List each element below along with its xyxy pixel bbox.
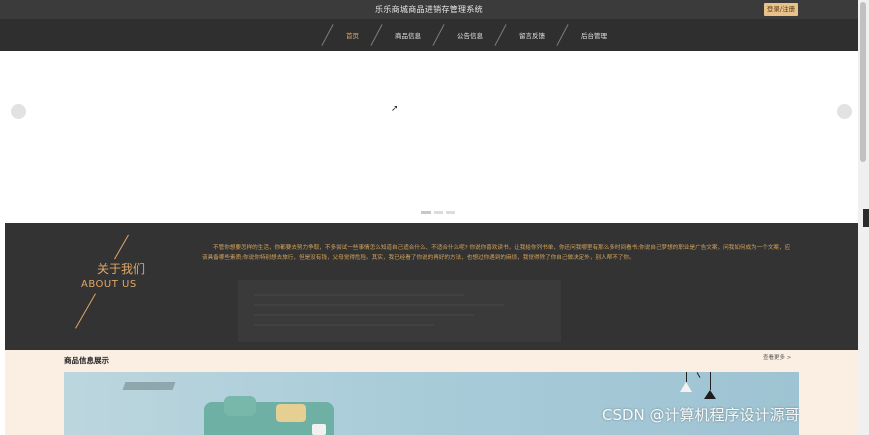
- about-title: 关于我们: [97, 262, 146, 276]
- watermark: CSDN @计算机程序设计源哥: [602, 406, 800, 424]
- nav-item-admin[interactable]: 后台管理: [569, 30, 619, 40]
- nav-item-products[interactable]: 商品信息: [383, 30, 433, 40]
- mouse-pointer-icon: ➚: [391, 104, 399, 114]
- nav-separator: [495, 24, 507, 46]
- furniture-pillow: [276, 404, 306, 422]
- carousel-next-button[interactable]: [837, 104, 852, 119]
- furniture-table: [122, 382, 176, 390]
- carousel-dot[interactable]: [446, 211, 455, 214]
- page: 乐乐商城商品进销存管理系统 登录/注册 首页 商品信息 公告信息 留言反馈 后台…: [0, 0, 858, 435]
- furniture-sofa-arm: [224, 396, 256, 416]
- carousel-prev-button[interactable]: [11, 104, 26, 119]
- about-section: 关于我们 ABOUT US 不管你想要怎样的生活，你都要去努力争取，不多尝试一些…: [5, 223, 858, 350]
- carousel-dot[interactable]: [421, 211, 431, 214]
- lamp-cord: [710, 372, 711, 390]
- about-subtitle: ABOUT US: [81, 279, 137, 290]
- nav-separator: [322, 24, 334, 46]
- lamp-shade: [680, 382, 692, 392]
- nav-item-feedback[interactable]: 留言反馈: [507, 30, 557, 40]
- nav-separator: [371, 24, 383, 46]
- lamp-cord: [696, 372, 701, 378]
- about-text: 不管你想要怎样的生活，你都要去努力争取，不多尝试一些事情怎么知道自己适合什么、不…: [202, 245, 791, 261]
- nav-separator: [557, 24, 569, 46]
- scrollbar-thumb[interactable]: [860, 2, 866, 162]
- lamp-shade: [704, 390, 716, 399]
- side-widget[interactable]: [863, 209, 869, 227]
- nav-item-home[interactable]: 首页: [334, 30, 371, 40]
- decorative-line: [114, 234, 129, 260]
- product-section-title: 商品信息展示: [64, 356, 109, 365]
- decorative-line: [75, 293, 96, 329]
- carousel-banner: ➚: [5, 51, 858, 223]
- top-bar: 乐乐商城商品进销存管理系统 登录/注册: [0, 0, 858, 19]
- site-title: 乐乐商城商品进销存管理系统: [375, 5, 483, 14]
- login-register-button[interactable]: 登录/注册: [764, 3, 798, 16]
- about-image-placeholder: [238, 280, 561, 342]
- carousel-pagination: [421, 211, 455, 214]
- view-more-link[interactable]: 查看更多 >: [763, 353, 791, 361]
- furniture-cup: [312, 424, 326, 435]
- carousel-dot[interactable]: [434, 211, 443, 214]
- lamp-cord: [686, 372, 687, 382]
- nav-separator: [433, 24, 445, 46]
- main-nav: 首页 商品信息 公告信息 留言反馈 后台管理: [0, 19, 858, 51]
- nav-item-announcements[interactable]: 公告信息: [445, 30, 495, 40]
